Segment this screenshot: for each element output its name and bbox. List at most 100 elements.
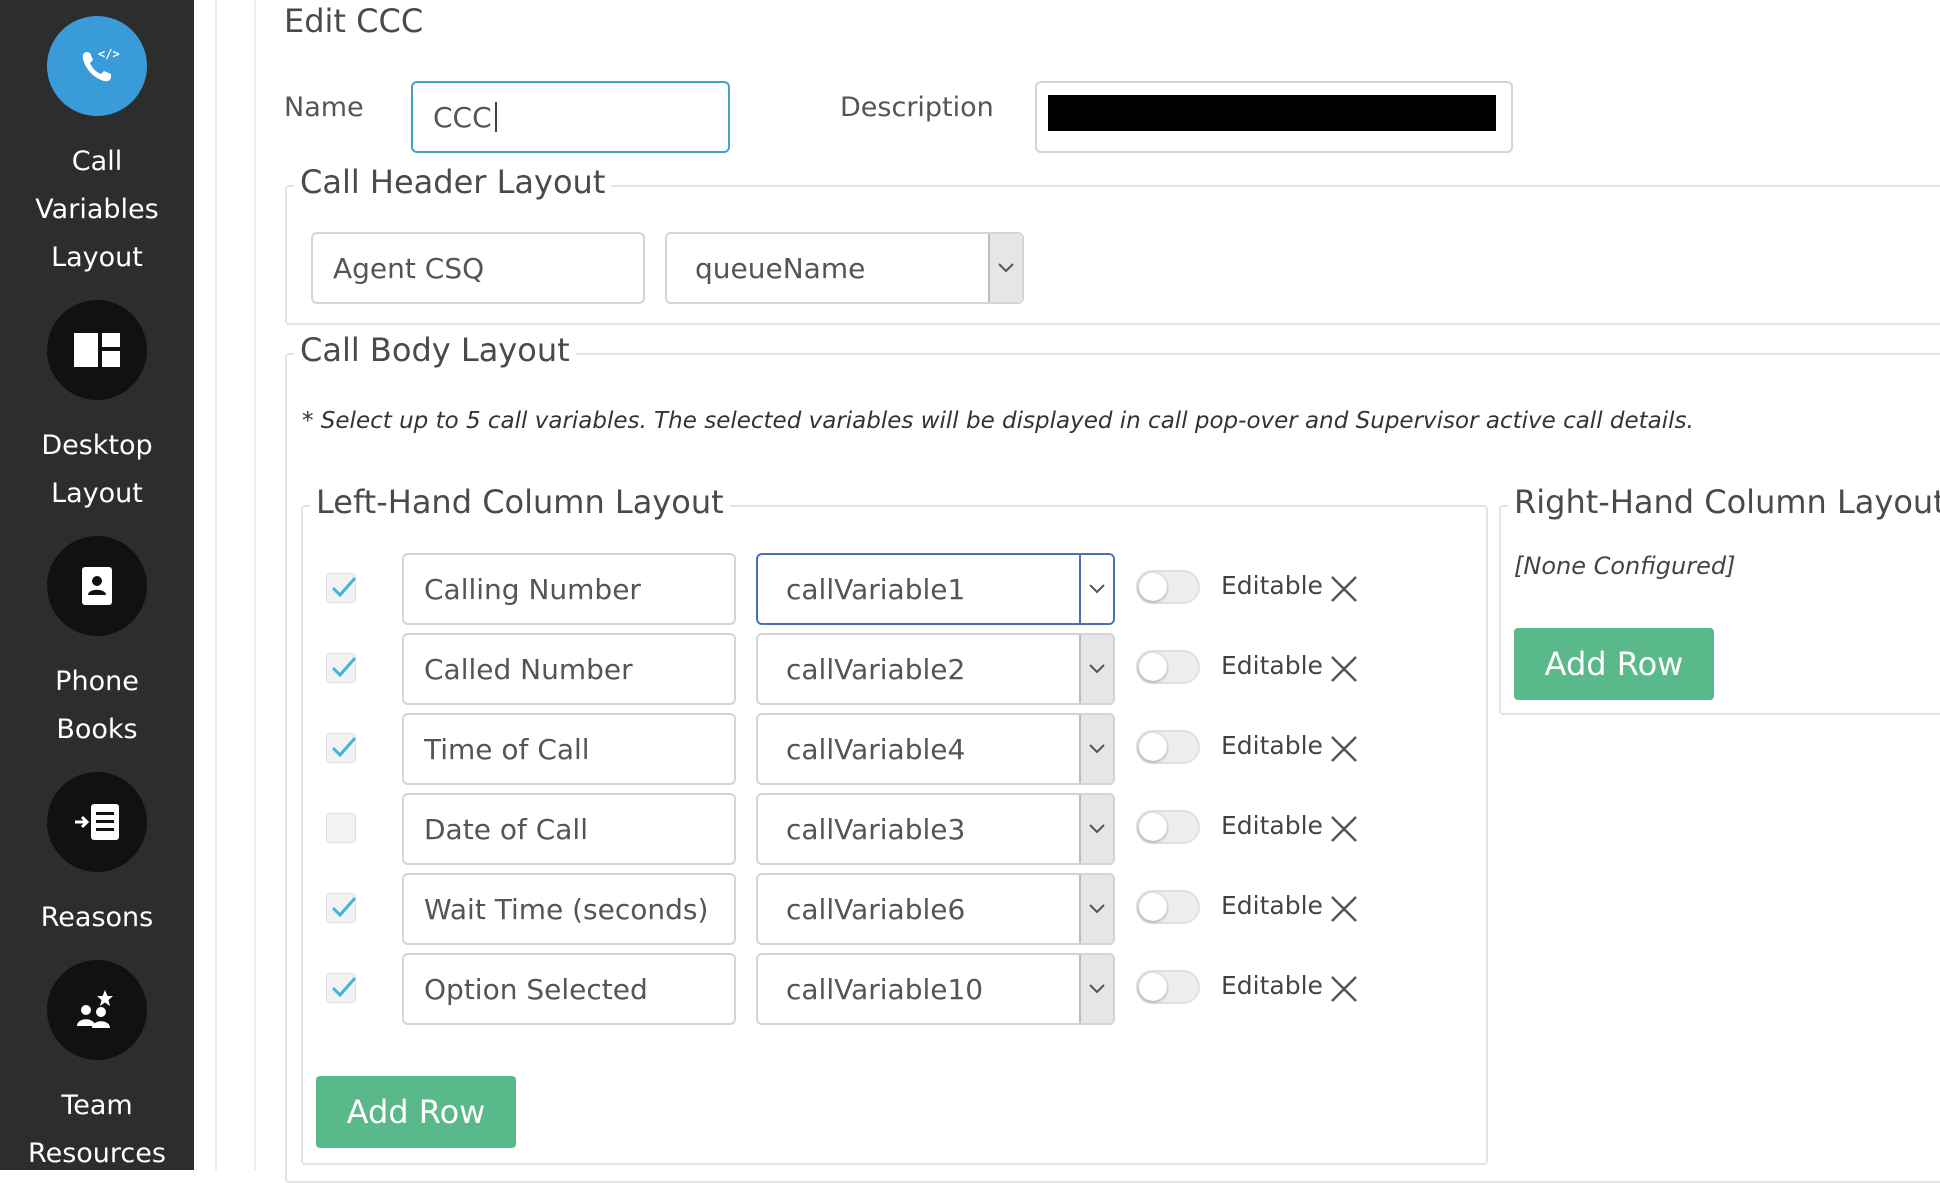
sidebar-item-reasons[interactable]: Reasons [0,772,194,942]
sidebar-item-call-variables-layout[interactable]: </> Call Variables Layout [0,16,194,282]
sidebar-item-label: Team Resources [28,1090,166,1169]
row-display-name-value: Wait Time (seconds) [424,892,709,926]
editable-label: Editable [1221,971,1323,1000]
checkmark-icon [331,897,357,918]
chevron-down-icon [1079,715,1113,783]
row-checkbox[interactable] [326,573,357,603]
row-variable-value: callVariable3 [786,812,966,846]
row-checkbox[interactable] [326,973,357,1003]
row-display-name-input[interactable]: Date of Call [402,793,736,865]
close-icon[interactable] [1329,574,1359,604]
row-variable-value: callVariable10 [786,972,984,1006]
editable-label: Editable [1221,571,1323,600]
row-display-name-input[interactable]: Option Selected [402,953,736,1025]
editable-toggle[interactable] [1136,890,1200,924]
editable-toggle[interactable] [1136,970,1200,1004]
desktop-layout-icon [47,300,147,400]
row-variable-value: callVariable1 [786,572,966,606]
close-icon[interactable] [1329,814,1359,844]
chevron-down-icon [1079,635,1113,703]
right-add-row-button[interactable]: Add Row [1514,628,1714,700]
row-checkbox[interactable] [326,733,357,763]
content-divider [254,0,256,1170]
row-variable-select[interactable]: callVariable3 [756,793,1115,865]
reasons-icon [47,772,147,872]
left-add-row-button[interactable]: Add Row [316,1076,516,1148]
row-checkbox[interactable] [326,813,356,843]
row-variable-value: callVariable4 [786,732,966,766]
editable-label: Editable [1221,891,1323,920]
checkmark-icon [331,737,357,758]
row-display-name-value: Called Number [424,652,633,686]
row-checkbox[interactable] [326,653,357,683]
toggle-knob [1139,733,1167,761]
sidebar-item-label: Call Variables Layout [35,146,159,273]
content-divider [215,0,217,1170]
left-column-legend: Left-Hand Column Layout [310,483,730,521]
close-icon[interactable] [1329,734,1359,764]
editable-toggle[interactable] [1136,810,1200,844]
header-display-name-input[interactable]: Agent CSQ [311,232,645,304]
svg-text:</>: </> [98,47,120,61]
sidebar-item-desktop-layout[interactable]: Desktop Layout [0,300,194,518]
name-label: Name [284,92,364,123]
toggle-knob [1139,813,1167,841]
name-input[interactable]: CCC [411,81,730,153]
team-resources-icon [47,960,147,1060]
row-display-name-value: Option Selected [424,972,648,1006]
row-variable-select[interactable]: callVariable2 [756,633,1115,705]
row-checkbox[interactable] [326,893,357,923]
phone-books-icon [47,536,147,636]
row-variable-select[interactable]: callVariable1 [756,553,1115,625]
close-icon[interactable] [1329,894,1359,924]
row-variable-value: callVariable2 [786,652,966,686]
sidebar-item-label: Phone Books [55,666,139,745]
toggle-knob [1139,573,1167,601]
chevron-down-icon [1079,555,1113,623]
text-caret [494,102,497,132]
sidebar: </> Call Variables Layout Desktop Layout… [0,0,194,1170]
toggle-knob [1139,893,1167,921]
call-body-layout-legend: Call Body Layout [294,331,576,369]
row-variable-select[interactable]: callVariable4 [756,713,1115,785]
sidebar-item-label: Desktop Layout [41,430,153,509]
row-variable-select[interactable]: callVariable10 [756,953,1115,1025]
close-icon[interactable] [1329,654,1359,684]
header-variable-select[interactable]: queueName [665,232,1024,304]
checkmark-icon [331,977,357,998]
name-input-value: CCC [433,100,492,134]
chevron-down-icon [988,234,1022,302]
sidebar-item-team-resources[interactable]: Team Resources [0,960,194,1178]
header-variable-value: queueName [695,251,866,285]
editable-toggle[interactable] [1136,650,1200,684]
row-variable-value: callVariable6 [786,892,966,926]
editable-toggle[interactable] [1136,570,1200,604]
row-display-name-input[interactable]: Called Number [402,633,736,705]
checkmark-icon [331,577,357,598]
redacted-block [1048,95,1496,131]
row-display-name-input[interactable]: Calling Number [402,553,736,625]
call-body-note: * Select up to 5 call variables. The sel… [302,408,1694,434]
call-header-layout-legend: Call Header Layout [294,163,612,201]
editable-toggle[interactable] [1136,730,1200,764]
right-column-empty-text: [None Configured] [1514,552,1736,580]
close-icon[interactable] [1329,974,1359,1004]
editable-label: Editable [1221,731,1323,760]
chevron-down-icon [1079,875,1113,943]
call-variables-icon: </> [47,16,147,116]
row-variable-select[interactable]: callVariable6 [756,873,1115,945]
header-display-name-value: Agent CSQ [333,251,485,285]
chevron-down-icon [1079,955,1113,1023]
sidebar-item-phone-books[interactable]: Phone Books [0,536,194,754]
row-display-name-input[interactable]: Time of Call [402,713,736,785]
row-display-name-input[interactable]: Wait Time (seconds) [402,873,736,945]
editable-label: Editable [1221,651,1323,680]
sidebar-item-label: Reasons [40,902,154,933]
row-display-name-value: Date of Call [424,812,588,846]
chevron-down-icon [1079,795,1113,863]
editable-label: Editable [1221,811,1323,840]
toggle-knob [1139,973,1167,1001]
row-display-name-value: Calling Number [424,572,641,606]
right-column-legend: Right-Hand Column Layout [1508,483,1940,521]
description-label: Description [840,92,994,123]
